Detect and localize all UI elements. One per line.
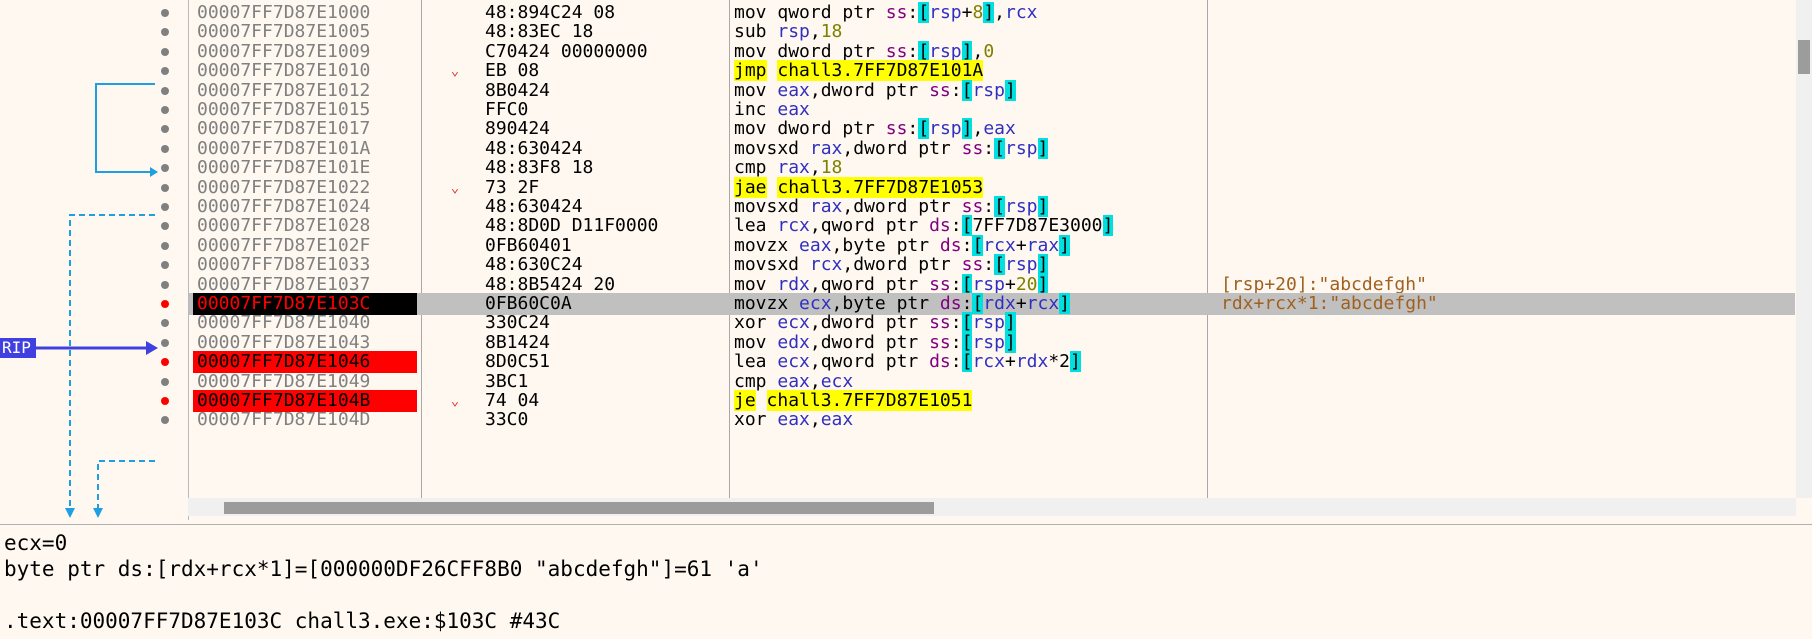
instruction-operands: eax bbox=[777, 99, 810, 120]
instruction-operands: eax,ecx bbox=[777, 370, 854, 392]
instruction-mnemonic: cmp bbox=[734, 370, 767, 392]
instruction-operands: qword ptr ss:[rsp+8],rcx bbox=[777, 2, 1038, 23]
instruction-mnemonic: movzx bbox=[734, 293, 789, 314]
instruction-operands: edx,dword ptr ss:[rsp] bbox=[777, 331, 1016, 353]
info-line-register: ecx=0 bbox=[4, 531, 68, 555]
instruction-mnemonic: mov bbox=[734, 331, 767, 353]
instruction-operands: rax,18 bbox=[777, 157, 843, 179]
instruction-mnemonic: cmp bbox=[734, 157, 767, 179]
instruction-mnemonic: lea bbox=[734, 351, 767, 373]
instruction-mnemonic: mov bbox=[734, 79, 767, 101]
horizontal-scrollbar[interactable] bbox=[188, 498, 1796, 516]
instruction-mnemonic: mov bbox=[734, 2, 767, 23]
row-instruction: xor eax,eax bbox=[734, 409, 853, 431]
instruction-operands: rcx,qword ptr ds:[7FF7D87E3000] bbox=[777, 215, 1114, 237]
breakpoint-dot[interactable] bbox=[161, 300, 169, 308]
instruction-operands: rsp,18 bbox=[777, 21, 843, 43]
instruction-mnemonic: lea bbox=[734, 215, 767, 237]
instruction-mnemonic: sub bbox=[734, 21, 767, 43]
instruction-operands: eax,eax bbox=[777, 409, 854, 431]
breakpoint-dot[interactable] bbox=[161, 203, 169, 211]
instruction-mnemonic: xor bbox=[734, 409, 767, 431]
info-line-location: .text:00007FF7D87E103C chall3.exe:$103C … bbox=[4, 609, 561, 633]
breakpoint-dot[interactable] bbox=[161, 377, 169, 386]
instruction-operands: eax,dword ptr ss:[rsp] bbox=[777, 79, 1016, 101]
disassembly-row[interactable]: 00007FF7D87E104D 33C0 xor eax,eax bbox=[189, 409, 1795, 431]
info-pane: ecx=0 byte ptr ds:[rdx+rcx*1]=[000000DF2… bbox=[0, 524, 1812, 639]
instruction-mnemonic: jae bbox=[734, 176, 767, 198]
instruction-operands: dword ptr ss:[rsp],0 bbox=[777, 40, 995, 62]
instruction-mnemonic: xor bbox=[734, 312, 767, 334]
instruction-operands: rcx,dword ptr ss:[rsp] bbox=[809, 254, 1049, 276]
instruction-operands: chall3.7FF7D87E1051 bbox=[766, 390, 973, 411]
instruction-operands: ecx,qword ptr ds:[rcx+rdx*2] bbox=[777, 351, 1081, 373]
instruction-operands: eax,byte ptr ds:[rcx+rax] bbox=[799, 234, 1071, 256]
vertical-scrollbar[interactable] bbox=[1796, 0, 1812, 498]
instruction-operands: rax,dword ptr ss:[rsp] bbox=[809, 137, 1049, 159]
instruction-mnemonic: je bbox=[734, 390, 756, 411]
instruction-operands: ecx,byte ptr ds:[rdx+rcx] bbox=[799, 293, 1071, 314]
instruction-mnemonic: movsxd bbox=[734, 196, 800, 217]
instruction-operands: dword ptr ss:[rsp],eax bbox=[777, 118, 1016, 140]
rip-label: RIP bbox=[0, 338, 36, 358]
row-bytes: 33C0 bbox=[485, 409, 529, 431]
breakpoint-dot[interactable] bbox=[161, 183, 169, 192]
instruction-operands: ecx,dword ptr ss:[rsp] bbox=[777, 312, 1016, 334]
row-address: 00007FF7D87E104D bbox=[197, 409, 371, 431]
vertical-scrollbar-thumb[interactable] bbox=[1798, 40, 1810, 74]
instruction-mnemonic: mov bbox=[734, 273, 767, 295]
jump-arrows-graphic bbox=[36, 83, 158, 518]
instruction-operands: rdx,qword ptr ss:[rsp+20] bbox=[777, 273, 1049, 295]
breakpoint-dot[interactable] bbox=[161, 9, 169, 17]
instruction-mnemonic: mov bbox=[734, 40, 767, 62]
breakpoint-dot[interactable] bbox=[161, 144, 169, 153]
breakpoint-dot[interactable] bbox=[161, 47, 169, 56]
instruction-operands: chall3.7FF7D87E1053 bbox=[777, 176, 984, 198]
breakpoint-dot[interactable] bbox=[161, 280, 169, 289]
jump-arrow-gutter: RIP bbox=[0, 0, 185, 520]
instruction-mnemonic: inc bbox=[734, 99, 767, 120]
instruction-operands: rax,dword ptr ss:[rsp] bbox=[809, 196, 1049, 217]
debugger-window: RIP 00007FF7D87E1000 48:894C24 08 mov qwor… bbox=[0, 0, 1812, 639]
breakpoint-dot[interactable] bbox=[161, 86, 169, 95]
horizontal-scrollbar-thumb[interactable] bbox=[224, 502, 934, 514]
info-line-memory: byte ptr ds:[rdx+rcx*1]=[000000DF26CFF8B… bbox=[4, 557, 763, 581]
instruction-mnemonic: movsxd bbox=[734, 254, 800, 276]
instruction-mnemonic: mov bbox=[734, 118, 767, 140]
breakpoint-dot[interactable] bbox=[161, 241, 169, 250]
instruction-operands: chall3.7FF7D87E101A bbox=[777, 60, 984, 82]
instruction-mnemonic: jmp bbox=[734, 60, 767, 82]
disassembly-view[interactable]: 00007FF7D87E1000 48:894C24 08 mov qword pt… bbox=[188, 0, 1812, 520]
breakpoint-dot[interactable] bbox=[161, 106, 169, 114]
breakpoint-dot[interactable] bbox=[161, 338, 169, 347]
instruction-mnemonic: movsxd bbox=[734, 137, 800, 159]
instruction-mnemonic: movzx bbox=[734, 234, 789, 256]
breakpoint-dot[interactable] bbox=[161, 397, 169, 405]
